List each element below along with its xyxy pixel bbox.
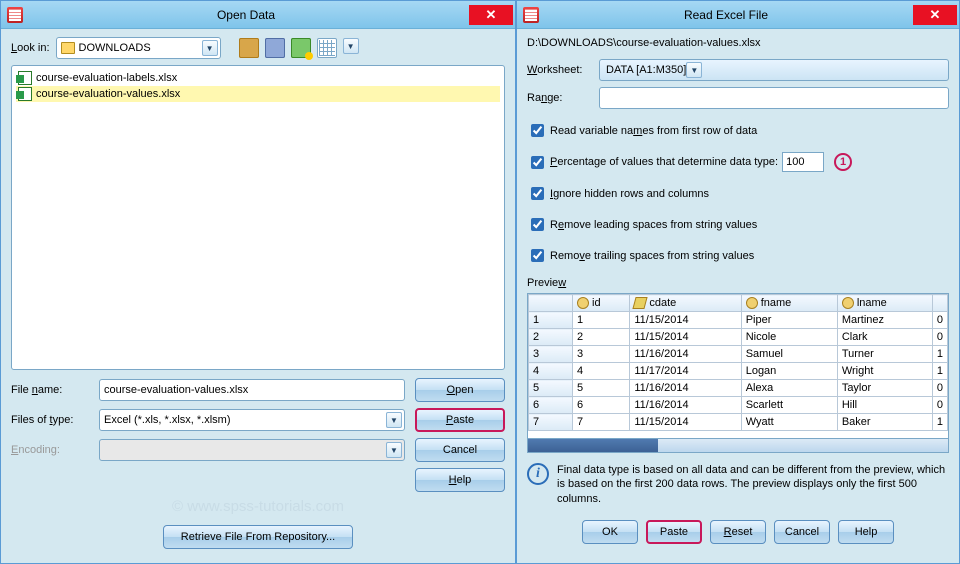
annotation-1: 1 xyxy=(834,153,852,171)
file-name-input[interactable] xyxy=(99,379,405,401)
paste-button[interactable]: Paste xyxy=(646,520,702,544)
date-type-icon xyxy=(633,297,648,309)
read-varnames-label: Read variable names from first row of da… xyxy=(550,125,757,137)
remove-leading-label: Remove leading spaces from string values xyxy=(550,219,757,231)
table-row[interactable]: 6611/16/2014ScarlettHill0 xyxy=(529,397,948,414)
close-button[interactable]: ✕ xyxy=(469,5,513,25)
excel-icon xyxy=(18,87,32,101)
file-type-label: Files of type: xyxy=(11,414,89,426)
string-type-icon xyxy=(842,297,854,309)
new-folder-icon[interactable] xyxy=(291,38,311,58)
close-button[interactable]: ✕ xyxy=(913,5,957,25)
horizontal-scrollbar[interactable] xyxy=(528,438,948,453)
folder-icon xyxy=(61,42,75,54)
worksheet-label: Worksheet: xyxy=(527,64,593,76)
chevron-down-icon: ▼ xyxy=(386,442,402,458)
remove-trailing-checkbox[interactable] xyxy=(531,249,544,262)
file-name-label: File name: xyxy=(11,384,89,396)
paste-button[interactable]: Paste xyxy=(415,408,505,432)
spss-icon xyxy=(7,7,23,23)
open-data-dialog: Open Data ✕ Look in: DOWNLOADS ▼ ▼ cours… xyxy=(0,0,516,564)
file-item[interactable]: course-evaluation-labels.xlsx xyxy=(16,70,500,86)
look-in-value: DOWNLOADS xyxy=(79,42,202,54)
up-folder-icon[interactable] xyxy=(239,38,259,58)
table-row[interactable]: 2211/15/2014NicoleClark0 xyxy=(529,329,948,346)
file-path: D:\DOWNLOADS\course-evaluation-values.xl… xyxy=(527,37,949,49)
info-text: Final data type is based on all data and… xyxy=(557,463,949,506)
table-row[interactable]: 5511/16/2014AlexaTaylor0 xyxy=(529,380,948,397)
encoding-combo: ▼ xyxy=(99,439,405,461)
chevron-down-icon[interactable]: ▼ xyxy=(386,412,402,428)
preview-table[interactable]: id cdate fname lname 1111/15/2014PiperMa… xyxy=(528,294,948,431)
worksheet-value: DATA [A1:M350] xyxy=(606,64,686,76)
file-type-value: Excel (*.xls, *.xlsx, *.xlsm) xyxy=(104,414,386,426)
open-data-titlebar: Open Data ✕ xyxy=(1,1,515,29)
help-button[interactable]: Help xyxy=(415,468,505,492)
worksheet-combo[interactable]: DATA [A1:M350] ▼ xyxy=(599,59,949,81)
reset-button[interactable]: Reset xyxy=(710,520,766,544)
file-name: course-evaluation-values.xlsx xyxy=(36,88,180,100)
open-button[interactable]: Open xyxy=(415,378,505,402)
read-varnames-checkbox[interactable] xyxy=(531,124,544,137)
file-list[interactable]: course-evaluation-labels.xlsx course-eva… xyxy=(11,65,505,370)
string-type-icon xyxy=(577,297,589,309)
range-label: Range: xyxy=(527,92,593,104)
ignore-hidden-checkbox[interactable] xyxy=(531,187,544,200)
cancel-button[interactable]: Cancel xyxy=(774,520,830,544)
table-row[interactable]: 3311/16/2014SamuelTurner1 xyxy=(529,346,948,363)
chevron-down-icon[interactable]: ▼ xyxy=(202,40,218,56)
cancel-button[interactable]: Cancel xyxy=(415,438,505,462)
file-name: course-evaluation-labels.xlsx xyxy=(36,72,177,84)
view-menu-icon[interactable]: ▼ xyxy=(343,38,359,54)
table-header-row: id cdate fname lname xyxy=(529,295,948,312)
table-row[interactable]: 7711/15/2014WyattBaker1 xyxy=(529,414,948,431)
table-row[interactable]: 1111/15/2014PiperMartinez0 xyxy=(529,312,948,329)
ignore-hidden-label: Ignore hidden rows and columns xyxy=(550,188,709,200)
string-type-icon xyxy=(746,297,758,309)
info-icon: i xyxy=(527,463,549,485)
remove-trailing-label: Remove trailing spaces from string value… xyxy=(550,250,754,262)
pct-datatype-checkbox[interactable] xyxy=(531,156,544,169)
watermark: © www.spss-tutorials.com xyxy=(11,498,505,515)
read-excel-title: Read Excel File xyxy=(539,8,913,22)
retrieve-repo-button[interactable]: Retrieve File From Repository... xyxy=(163,525,353,549)
preview-label: Preview xyxy=(527,277,949,289)
view-grid-icon[interactable] xyxy=(317,38,337,58)
spss-icon xyxy=(523,7,539,23)
ok-button[interactable]: OK xyxy=(582,520,638,544)
home-icon[interactable] xyxy=(265,38,285,58)
look-in-label: Look in: xyxy=(11,42,50,54)
file-type-combo[interactable]: Excel (*.xls, *.xlsx, *.xlsm) ▼ xyxy=(99,409,405,431)
pct-datatype-label: Percentage of values that determine data… xyxy=(550,156,778,168)
encoding-label: Encoding: xyxy=(11,444,89,456)
read-excel-titlebar: Read Excel File ✕ xyxy=(517,1,959,29)
preview-table-container: id cdate fname lname 1111/15/2014PiperMa… xyxy=(527,293,949,453)
table-row[interactable]: 4411/17/2014LoganWright1 xyxy=(529,363,948,380)
remove-leading-checkbox[interactable] xyxy=(531,218,544,231)
look-in-combo[interactable]: DOWNLOADS ▼ xyxy=(56,37,221,59)
chevron-down-icon[interactable]: ▼ xyxy=(686,62,702,78)
read-excel-dialog: Read Excel File ✕ D:\DOWNLOADS\course-ev… xyxy=(516,0,960,564)
excel-icon xyxy=(18,71,32,85)
pct-input[interactable] xyxy=(782,152,824,172)
open-data-title: Open Data xyxy=(23,8,469,22)
help-button[interactable]: Help xyxy=(838,520,894,544)
range-input[interactable] xyxy=(599,87,949,109)
file-item[interactable]: course-evaluation-values.xlsx xyxy=(16,86,500,102)
